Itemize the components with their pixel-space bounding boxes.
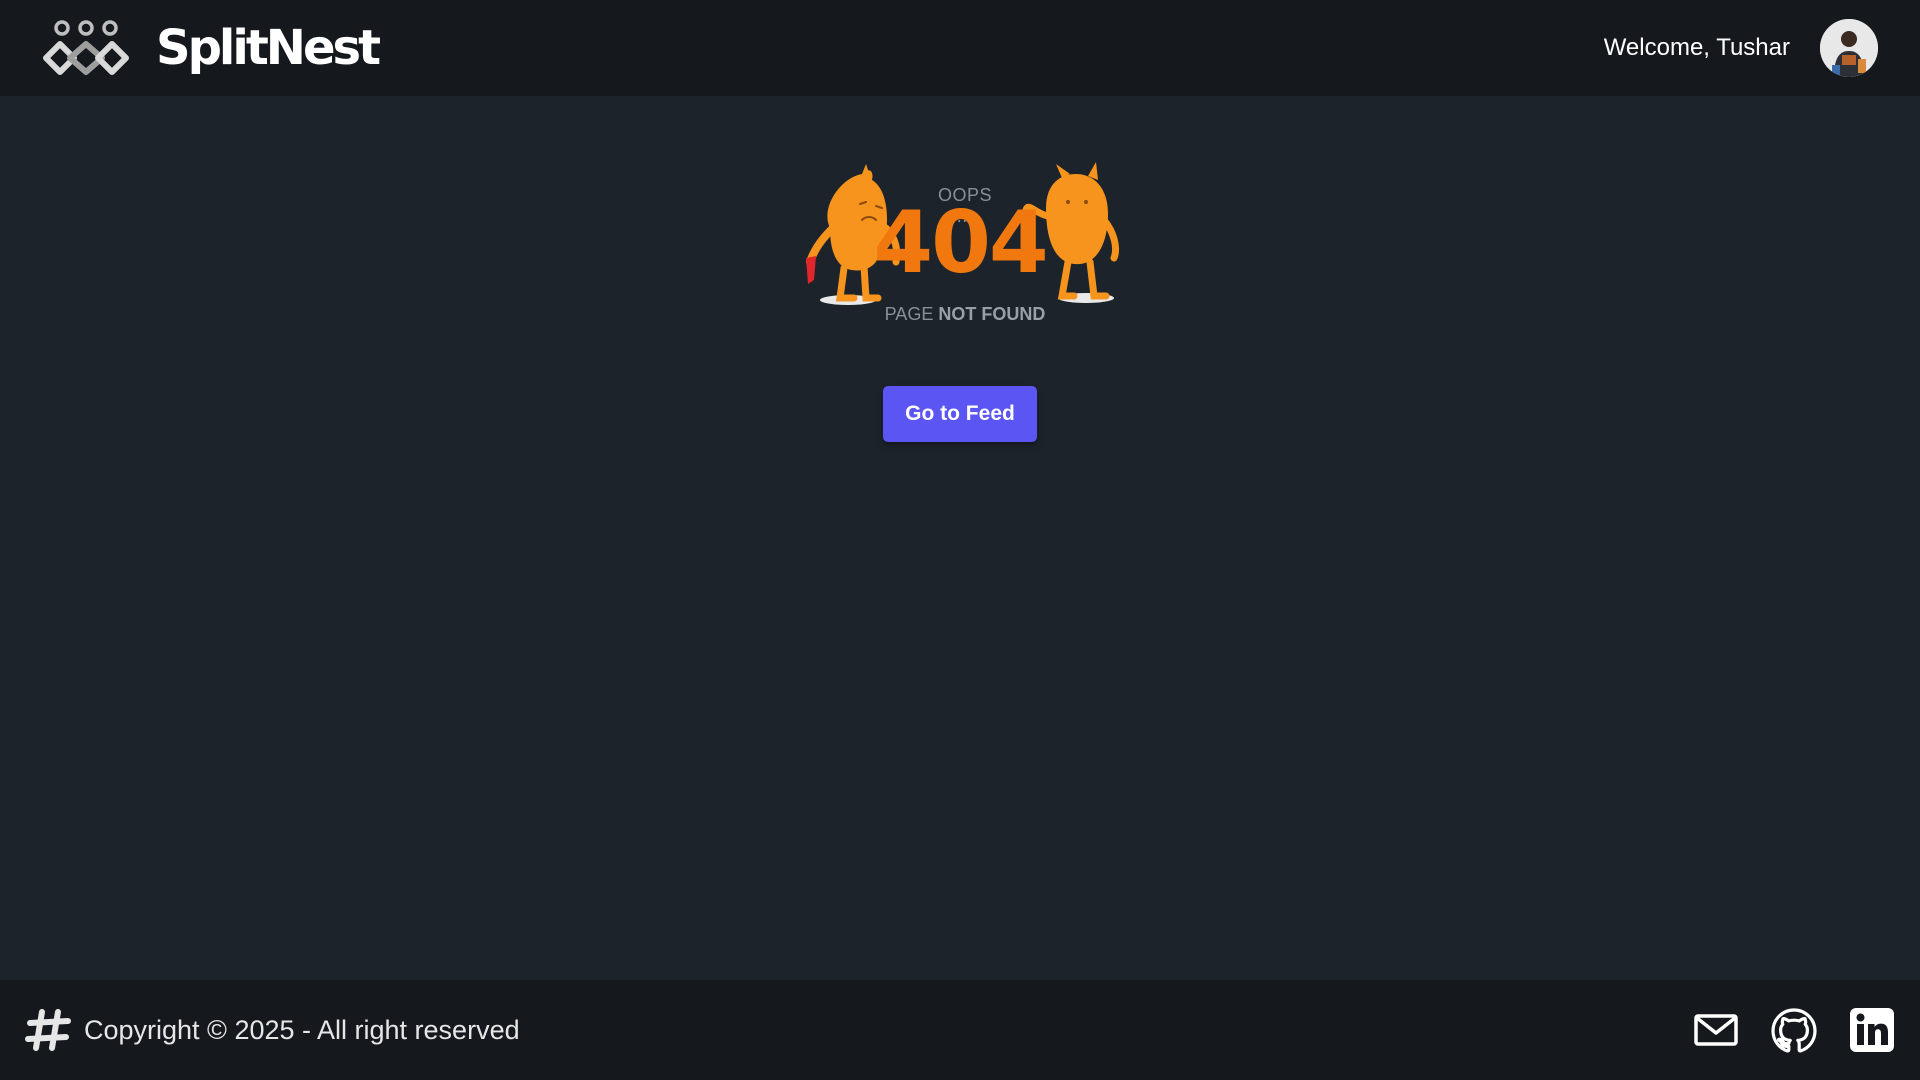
hash-icon (25, 1009, 71, 1051)
github-link[interactable] (1770, 1006, 1818, 1054)
chain-links-logo-icon (43, 20, 129, 75)
footer: Copyright © 2025 - All right reserved (0, 980, 1920, 1080)
mail-link[interactable] (1692, 1006, 1740, 1054)
mail-icon (1694, 1014, 1738, 1046)
github-icon (1771, 1008, 1817, 1053)
user-avatar-icon (1820, 19, 1878, 77)
navbar: SplitNest Welcome, Tushar (0, 0, 1920, 96)
page-label: PAGE (884, 304, 934, 324)
footer-left: Copyright © 2025 - All right reserved (24, 1006, 520, 1054)
linkedin-icon (1850, 1008, 1894, 1052)
avatar[interactable] (1820, 19, 1878, 77)
social-links (1692, 1006, 1896, 1054)
linkedin-link[interactable] (1848, 1006, 1896, 1054)
nav-right: Welcome, Tushar (1604, 19, 1878, 77)
page-root: SplitNest Welcome, Tushar OOPS ... 404 P… (0, 0, 1920, 1080)
welcome-text: Welcome, Tushar (1603, 34, 1790, 61)
copyright-text: Copyright © 2025 - All right reserved (84, 1014, 520, 1045)
go-to-feed-button[interactable]: Go to Feed (883, 386, 1037, 442)
error-code: 404 (873, 193, 1049, 293)
page-not-found-text: PAGE NOT FOUND (870, 304, 1060, 325)
brand-name: SplitNest (156, 20, 381, 76)
brand-link[interactable]: SplitNest (40, 18, 381, 78)
not-found-label: NOT FOUND (938, 304, 1046, 324)
